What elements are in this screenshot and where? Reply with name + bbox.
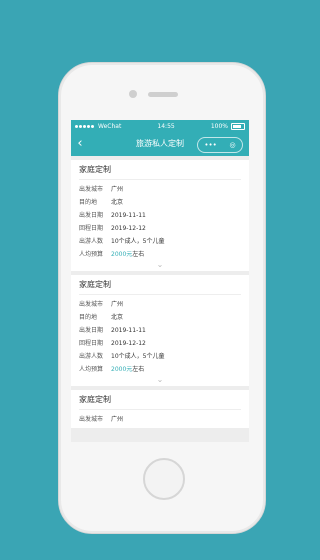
budget-suffix: 左右 (132, 251, 145, 258)
card-title: 家庭定制 (79, 164, 241, 180)
row-value: 北京 (111, 199, 124, 206)
row-label: 目的地 (79, 199, 98, 206)
info-row: 出发城市 广州 (79, 413, 241, 426)
row-value: 10个成人，5个儿童 (111, 353, 165, 360)
row-label: 出发日期 (79, 212, 104, 219)
row-label: 出发城市 (79, 416, 104, 423)
time-label: 14:55 (157, 122, 175, 130)
row-label: 人均预算 (79, 251, 104, 258)
row-label: 出发日期 (79, 327, 104, 334)
budget-suffix: 左右 (132, 366, 145, 373)
row-value: 广州 (111, 301, 124, 308)
row-value: 2019-11-11 (111, 327, 146, 334)
info-row: 出发日期 2019-11-11 (79, 209, 241, 222)
row-label: 出游人数 (79, 238, 104, 245)
navbar: ‹ 旅游私人定制 ••• ◎ (71, 132, 249, 156)
row-value: 广州 (111, 416, 124, 423)
budget-price: 2000元 (111, 366, 133, 373)
signal-dots-icon (75, 123, 95, 130)
budget-price: 2000元 (111, 251, 133, 258)
row-label: 出发城市 (79, 186, 104, 193)
screen: WeChat 14:55 100% ‹ 旅游私人定制 ••• ◎ 家庭定制 出发… (71, 120, 249, 442)
miniprogram-capsule: ••• ◎ (197, 137, 243, 153)
chevron-down-icon[interactable]: ⌄ (79, 261, 241, 269)
info-row: 出发城市 广州 (79, 183, 241, 196)
row-value: 2019-12-12 (111, 340, 146, 347)
carrier-label: WeChat (98, 122, 122, 130)
row-value: 2019-12-12 (111, 225, 146, 232)
custom-trip-card[interactable]: 家庭定制 出发城市 广州 目的地 北京 出发日期 2019-11-11 回程日期 201… (71, 275, 249, 386)
more-icon[interactable]: ••• (204, 141, 216, 149)
row-label: 人均预算 (79, 366, 104, 373)
info-row: 回程日期 2019-12-12 (79, 337, 241, 350)
row-label: 出发城市 (79, 301, 104, 308)
info-row: 出游人数 10个成人，5个儿童 (79, 350, 241, 363)
info-row: 出发日期 2019-11-11 (79, 324, 241, 337)
chevron-down-icon[interactable]: ⌄ (79, 376, 241, 384)
info-row: 目的地 北京 (79, 311, 241, 324)
info-row: 目的地 北京 (79, 196, 241, 209)
card-title: 家庭定制 (79, 394, 241, 410)
row-value: 2019-11-11 (111, 212, 146, 219)
row-value: 北京 (111, 314, 124, 321)
info-row: 回程日期 2019-12-12 (79, 222, 241, 235)
row-label: 回程日期 (79, 225, 104, 232)
home-button[interactable] (143, 458, 185, 500)
info-row: 出游人数 10个成人，5个儿童 (79, 235, 241, 248)
battery-label: 100% (210, 122, 228, 130)
camera-dot (129, 90, 137, 98)
row-label: 回程日期 (79, 340, 104, 347)
row-value: 广州 (111, 186, 124, 193)
row-value: 10个成人，5个儿童 (111, 238, 165, 245)
custom-trip-card[interactable]: 家庭定制 出发城市 广州 (71, 390, 249, 428)
row-label: 目的地 (79, 314, 98, 321)
status-bar: WeChat 14:55 100% (71, 120, 249, 132)
info-row: 出发城市 广州 (79, 298, 241, 311)
close-target-icon[interactable]: ◎ (230, 141, 236, 149)
speaker-grille (148, 92, 178, 97)
card-title: 家庭定制 (79, 279, 241, 295)
battery-icon (231, 122, 245, 130)
row-label: 出游人数 (79, 353, 104, 360)
custom-trip-card[interactable]: 家庭定制 出发城市 广州 目的地 北京 出发日期 2019-11-11 回程日期 201… (71, 160, 249, 271)
